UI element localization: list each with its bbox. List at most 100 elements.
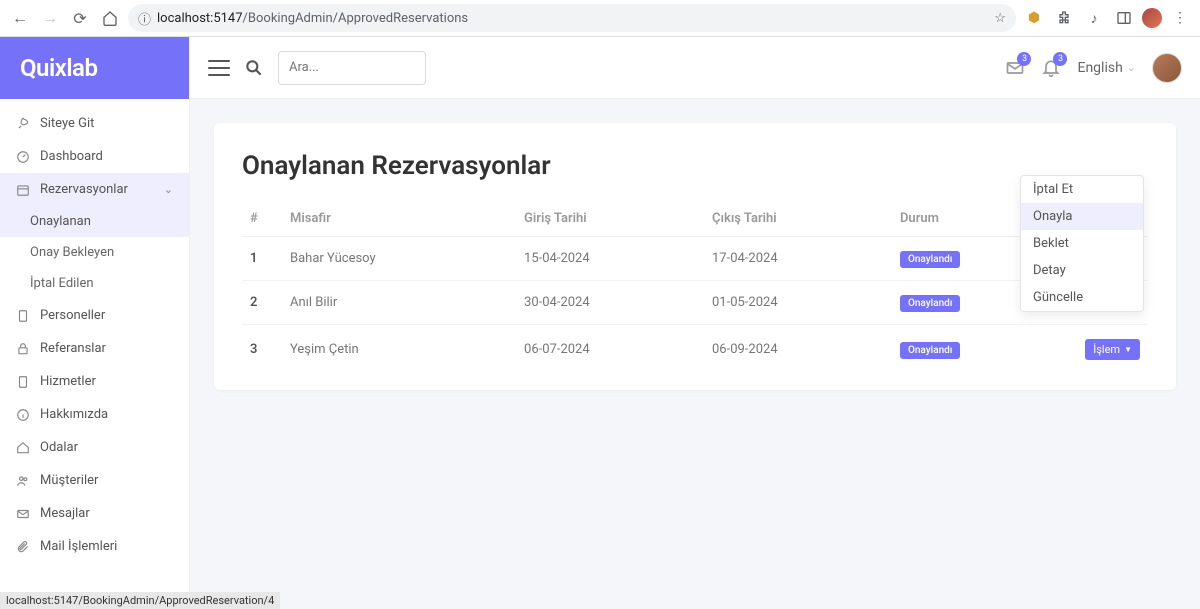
notifications-button[interactable]: 3 xyxy=(1041,58,1061,78)
sidebar-item-mail-islemleri[interactable]: Mail İşlemleri xyxy=(0,530,189,563)
browser-status-bar: localhost:5147/BookingAdmin/ApprovedRese… xyxy=(0,592,280,609)
cell-index: 1 xyxy=(242,237,282,281)
cell-checkout: 17-04-2024 xyxy=(704,237,892,281)
dropdown-item[interactable]: Beklet xyxy=(1021,230,1143,257)
browser-forward-button[interactable]: → xyxy=(38,6,62,30)
dropdown-item[interactable]: İptal Et xyxy=(1021,176,1143,203)
browser-profile-avatar[interactable] xyxy=(1142,8,1162,28)
media-icon[interactable]: ♪ xyxy=(1082,6,1106,30)
cell-action: İşlem ▼ xyxy=(1068,325,1148,375)
col-checkin: Giriş Tarihi xyxy=(516,201,704,237)
chevron-down-icon: ⌄ xyxy=(164,183,173,196)
notifications-badge: 3 xyxy=(1053,52,1067,66)
envelope-icon xyxy=(16,507,30,521)
sidebar-item-siteye-git[interactable]: Siteye Git xyxy=(0,107,189,140)
sidebar-item-label: Siteye Git xyxy=(40,116,94,131)
topbar-right: 3 3 English ⌄ xyxy=(1005,53,1182,83)
panel-icon[interactable] xyxy=(1112,6,1136,30)
browser-chrome: ← → ⟳ ⓘ localhost:5147/BookingAdmin/Appr… xyxy=(0,0,1200,37)
main: 3 3 English ⌄ Onaylanan Rezervasyonlar xyxy=(190,37,1200,609)
users-icon xyxy=(16,309,30,323)
sidebar-nav: Siteye Git Dashboard Rezervasyonlar ⌄ On… xyxy=(0,99,189,609)
col-index: # xyxy=(242,201,282,237)
sidebar-item-rezervasyonlar[interactable]: Rezervasyonlar ⌄ xyxy=(0,173,189,206)
table-row: 1Bahar Yücesoy15-04-202417-04-2024Onayla… xyxy=(242,237,1148,281)
col-guest: Misafir xyxy=(282,201,516,237)
sidebar-item-label: Hizmetler xyxy=(40,374,96,389)
logo[interactable]: Quixlab xyxy=(0,37,189,99)
search-input[interactable] xyxy=(278,51,426,85)
topbar: 3 3 English ⌄ xyxy=(190,37,1200,99)
language-selector[interactable]: English ⌄ xyxy=(1077,60,1136,76)
browser-home-button[interactable] xyxy=(98,6,122,30)
sidebar-submenu-rezervasyonlar: Onaylanan Onay Bekleyen İptal Edilen xyxy=(0,206,189,299)
messages-badge: 3 xyxy=(1017,52,1031,66)
sidebar-item-onaylanan[interactable]: Onaylanan xyxy=(0,206,189,237)
browser-back-button[interactable]: ← xyxy=(8,6,32,30)
star-icon[interactable]: ☆ xyxy=(994,11,1006,26)
dropdown-item[interactable]: Onayla xyxy=(1021,203,1143,230)
status-badge: Onaylandı xyxy=(900,342,960,359)
paperclip-icon xyxy=(16,540,30,554)
cell-status: Onaylandı xyxy=(892,325,1068,375)
url-path: /BookingAdmin/ApprovedReservations xyxy=(243,11,469,26)
lock-icon xyxy=(16,342,30,356)
action-button[interactable]: İşlem ▼ xyxy=(1085,339,1140,360)
sidebar-item-dashboard[interactable]: Dashboard xyxy=(0,140,189,173)
cell-checkin: 30-04-2024 xyxy=(516,281,704,325)
search-icon[interactable] xyxy=(244,58,264,78)
messages-button[interactable]: 3 xyxy=(1005,58,1025,78)
logo-text: Quixlab xyxy=(20,54,97,82)
cell-guest: Yeşim Çetin xyxy=(282,325,516,375)
sidebar-item-label: Müşteriler xyxy=(40,473,98,488)
status-badge: Onaylandı xyxy=(900,295,960,312)
info-icon xyxy=(16,408,30,422)
sidebar-item-label: Odalar xyxy=(40,440,78,455)
cell-guest: Bahar Yücesoy xyxy=(282,237,516,281)
cell-checkout: 06-09-2024 xyxy=(704,325,892,375)
dropdown-item[interactable]: Güncelle xyxy=(1021,284,1143,311)
sidebar-item-label: Hakkımızda xyxy=(40,407,108,422)
sidebar-item-onay-bekleyen[interactable]: Onay Bekleyen xyxy=(30,237,189,268)
sidebar-item-label: Mesajlar xyxy=(40,506,90,521)
rocket-icon xyxy=(16,117,30,131)
info-icon: ⓘ xyxy=(138,9,151,28)
cell-checkin: 06-07-2024 xyxy=(516,325,704,375)
cell-guest: Anıl Bilir xyxy=(282,281,516,325)
chevron-down-icon: ⌄ xyxy=(1127,61,1136,74)
sidebar-item-referanslar[interactable]: Referanslar xyxy=(0,332,189,365)
table-row: 3Yeşim Çetin06-07-202406-09-2024 Onayland… xyxy=(242,325,1148,375)
home-icon xyxy=(16,441,30,455)
sidebar-item-iptal-edilen[interactable]: İptal Edilen xyxy=(30,268,189,299)
table-header-row: # Misafir Giriş Tarihi Çıkış Tarihi Duru… xyxy=(242,201,1148,237)
list-icon xyxy=(16,375,30,389)
cell-index: 3 xyxy=(242,325,282,375)
sidebar-item-musteriler[interactable]: Müşteriler xyxy=(0,464,189,497)
dropdown-item[interactable]: Detay xyxy=(1021,257,1143,284)
sidebar-item-odalar[interactable]: Odalar xyxy=(0,431,189,464)
sidebar-item-hizmetler[interactable]: Hizmetler xyxy=(0,365,189,398)
sidebar-item-label: Personeller xyxy=(40,308,105,323)
sidebar-item-personeller[interactable]: Personeller xyxy=(0,299,189,332)
cell-checkout: 01-05-2024 xyxy=(704,281,892,325)
sidebar-item-label: Rezervasyonlar xyxy=(40,182,128,197)
language-label: English xyxy=(1077,60,1122,76)
calendar-icon xyxy=(16,183,30,197)
status-badge: Onaylandı xyxy=(900,251,960,268)
browser-url-bar[interactable]: ⓘ localhost:5147/BookingAdmin/ApprovedRe… xyxy=(128,4,1016,32)
extension-icon-1[interactable]: ⬢ xyxy=(1022,6,1046,30)
content: Onaylanan Rezervasyonlar # Misafir Giriş… xyxy=(190,99,1200,609)
extensions-icon[interactable] xyxy=(1052,6,1076,30)
url-host: localhost:5147 xyxy=(157,11,243,26)
user-avatar[interactable] xyxy=(1152,53,1182,83)
sidebar-item-hakkimizda[interactable]: Hakkımızda xyxy=(0,398,189,431)
action-dropdown: İptal EtOnaylaBekletDetayGüncelle xyxy=(1020,175,1144,312)
sidebar-item-label: Dashboard xyxy=(40,149,103,164)
app-shell: Quixlab Siteye Git Dashboard Rezervasyon… xyxy=(0,37,1200,609)
sidebar-item-label: Mail İşlemleri xyxy=(40,539,117,554)
hamburger-button[interactable] xyxy=(208,60,230,76)
browser-reload-button[interactable]: ⟳ xyxy=(68,6,92,30)
browser-menu-icon[interactable]: ⋮ xyxy=(1168,6,1192,30)
sidebar: Quixlab Siteye Git Dashboard Rezervasyon… xyxy=(0,37,190,609)
sidebar-item-mesajlar[interactable]: Mesajlar xyxy=(0,497,189,530)
